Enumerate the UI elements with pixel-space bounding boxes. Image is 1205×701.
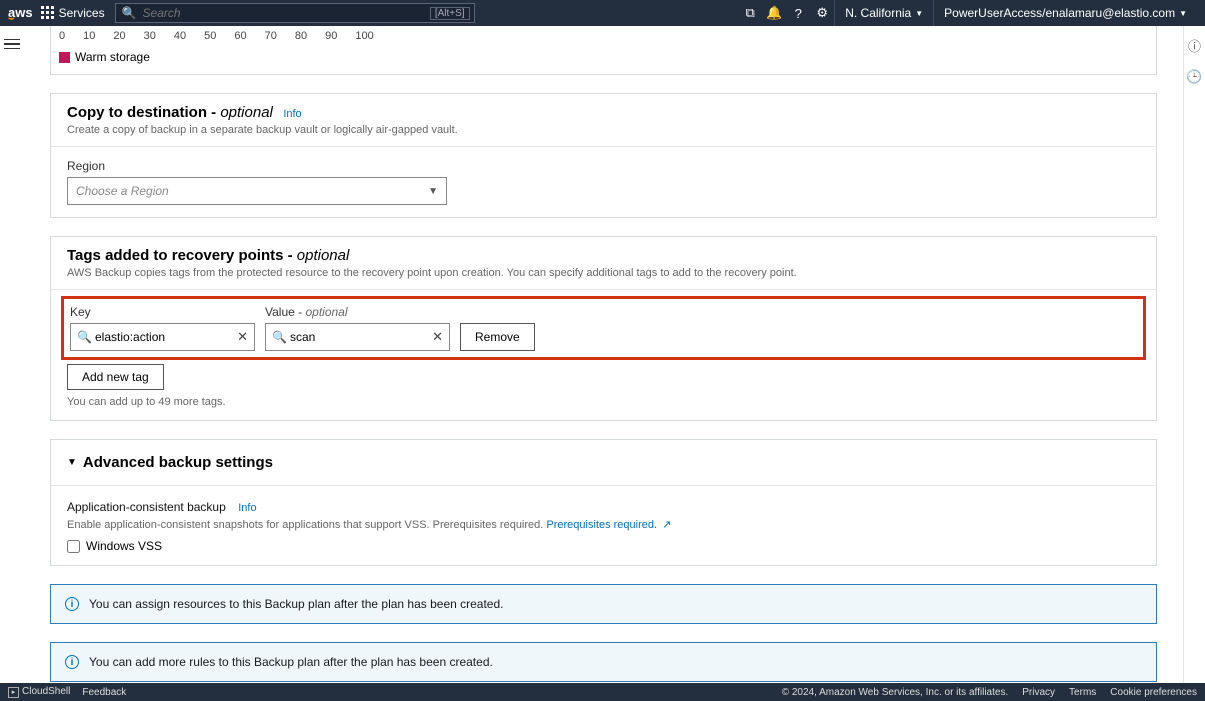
axis-tick: 90 — [325, 30, 337, 42]
tag-value-input[interactable] — [290, 330, 427, 344]
help-icon[interactable]: ? — [786, 6, 810, 21]
aws-logo[interactable]: aws ⌣ — [8, 5, 33, 21]
key-label: Key — [70, 305, 255, 319]
app-consistent-label: Application-consistent backup — [67, 500, 226, 514]
info-icon: i — [65, 655, 79, 669]
panel-title: Tags added to recovery points - optional — [67, 247, 349, 264]
feedback-link[interactable]: Feedback — [82, 687, 126, 698]
advanced-settings-panel: ▼ Advanced backup settings Application-c… — [50, 439, 1157, 566]
windows-vss-label: Windows VSS — [86, 539, 162, 553]
info-panel-icon[interactable]: ⓘ — [1188, 36, 1201, 55]
chart-axis: 0 10 20 30 40 50 60 70 80 90 100 — [51, 26, 1156, 44]
services-menu[interactable]: Services — [41, 6, 105, 20]
side-nav-toggle[interactable] — [4, 36, 20, 52]
axis-tick: 30 — [144, 30, 156, 42]
tags-hint: You can add up to 49 more tags. — [67, 396, 1140, 408]
caret-down-icon: ▼ — [67, 457, 77, 468]
cookie-preferences-link[interactable]: Cookie preferences — [1110, 687, 1197, 698]
user-label: PowerUserAccess/enalamaru@elastio.com — [944, 6, 1175, 20]
cloudshell-link[interactable]: ▸CloudShell — [8, 686, 70, 698]
search-icon: 🔍 — [77, 330, 92, 344]
legend-label: Warm storage — [75, 50, 150, 64]
tag-input-highlight: Key 🔍 ✕ Value - optional 🔍 ✕ — [61, 296, 1146, 360]
search-icon: 🔍 — [122, 6, 137, 20]
region-selector[interactable]: N. California ▼ — [834, 0, 933, 26]
info-assign-resources: i You can assign resources to this Backu… — [50, 584, 1157, 624]
info-link[interactable]: Info — [283, 108, 301, 120]
windows-vss-checkbox[interactable] — [67, 540, 80, 553]
panel-desc: Create a copy of backup in a separate ba… — [67, 124, 1140, 136]
legend: Warm storage — [51, 44, 1156, 74]
region-label: N. California — [845, 6, 911, 20]
advanced-title: Advanced backup settings — [83, 454, 273, 471]
prerequisites-link[interactable]: Prerequisites required. — [546, 519, 657, 531]
info-text: You can assign resources to this Backup … — [89, 597, 504, 611]
advanced-toggle[interactable]: ▼ Advanced backup settings — [51, 440, 1156, 485]
clear-icon[interactable]: ✕ — [432, 329, 443, 345]
history-icon[interactable]: 🕒 — [1186, 69, 1202, 85]
axis-tick: 40 — [174, 30, 186, 42]
region-placeholder: Choose a Region — [76, 184, 169, 198]
search-input[interactable] — [143, 6, 468, 20]
copyright: © 2024, Amazon Web Services, Inc. or its… — [782, 687, 1009, 698]
axis-tick: 60 — [234, 30, 246, 42]
axis-tick: 50 — [204, 30, 216, 42]
value-label: Value - optional — [265, 305, 450, 319]
tag-key-input-wrapper: 🔍 ✕ — [70, 323, 255, 351]
retention-panel-tail: 0 10 20 30 40 50 60 70 80 90 100 Warm st… — [50, 26, 1157, 75]
axis-tick: 80 — [295, 30, 307, 42]
cloudshell-icon[interactable]: ⧉ — [738, 5, 762, 21]
axis-tick: 100 — [355, 30, 373, 42]
services-label: Services — [59, 6, 105, 20]
notifications-icon[interactable]: 🔔 — [762, 5, 786, 21]
add-new-tag-button[interactable]: Add new tag — [67, 364, 164, 390]
info-link[interactable]: Info — [238, 502, 256, 514]
info-add-rules: i You can add more rules to this Backup … — [50, 642, 1157, 682]
remove-tag-button[interactable]: Remove — [460, 323, 535, 351]
main-content: 0 10 20 30 40 50 60 70 80 90 100 Warm st… — [24, 26, 1183, 683]
settings-icon[interactable]: ⚙ — [810, 5, 834, 21]
axis-tick: 70 — [265, 30, 277, 42]
copy-destination-panel: Copy to destination - optional Info Crea… — [50, 93, 1157, 218]
account-menu[interactable]: PowerUserAccess/enalamaru@elastio.com ▼ — [933, 0, 1197, 26]
global-search[interactable]: 🔍 [Alt+S] — [115, 3, 475, 23]
tag-value-input-wrapper: 🔍 ✕ — [265, 323, 450, 351]
axis-tick: 0 — [59, 30, 65, 42]
panel-desc: AWS Backup copies tags from the protecte… — [67, 267, 1140, 279]
clear-icon[interactable]: ✕ — [237, 329, 248, 345]
external-link-icon: ↗ — [662, 519, 671, 531]
privacy-link[interactable]: Privacy — [1022, 687, 1055, 698]
tag-key-input[interactable] — [95, 330, 232, 344]
windows-vss-checkbox-row[interactable]: Windows VSS — [67, 539, 1140, 553]
grid-icon — [41, 6, 55, 20]
axis-tick: 20 — [113, 30, 125, 42]
top-navigation: aws ⌣ Services 🔍 [Alt+S] ⧉ 🔔 ? ⚙ N. Cali… — [0, 0, 1205, 26]
right-rail: ⓘ 🕒 — [1183, 26, 1205, 683]
app-consistent-desc: Enable application-consistent snapshots … — [67, 518, 1140, 531]
legend-swatch-warm — [59, 52, 70, 63]
search-icon: 🔍 — [272, 330, 287, 344]
search-shortcut: [Alt+S] — [430, 7, 470, 20]
terms-link[interactable]: Terms — [1069, 687, 1096, 698]
footer: ▸CloudShell Feedback © 2024, Amazon Web … — [0, 683, 1205, 701]
axis-tick: 10 — [83, 30, 95, 42]
panel-title: Copy to destination - optional — [67, 104, 273, 121]
caret-down-icon: ▼ — [428, 186, 438, 197]
caret-down-icon: ▼ — [1179, 9, 1187, 18]
tags-panel: Tags added to recovery points - optional… — [50, 236, 1157, 421]
info-text: You can add more rules to this Backup pl… — [89, 655, 493, 669]
region-field-label: Region — [67, 159, 1140, 173]
info-icon: i — [65, 597, 79, 611]
region-select[interactable]: Choose a Region ▼ — [67, 177, 447, 205]
cloudshell-icon: ▸ — [8, 687, 19, 698]
caret-down-icon: ▼ — [915, 9, 923, 18]
